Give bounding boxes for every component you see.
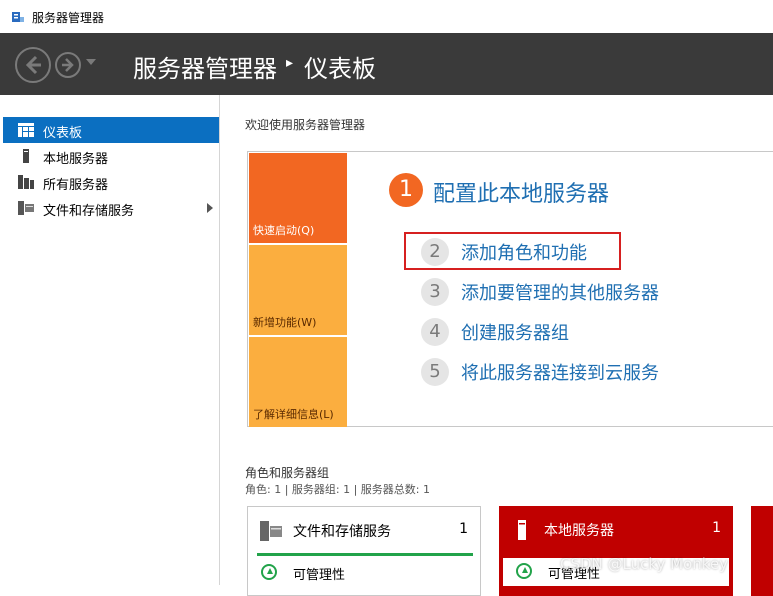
history-dropdown-icon[interactable]: [86, 59, 96, 65]
server-manager-app-icon: [12, 12, 24, 22]
tile-whats-new[interactable]: 新增功能(W): [249, 245, 347, 335]
card-count: 1: [712, 520, 721, 536]
role-card-partial[interactable]: [751, 506, 773, 596]
step-number-badge: 1: [389, 173, 423, 207]
tile-label: 快速启动(Q): [253, 224, 315, 237]
manageability-row[interactable]: 可管理性: [248, 559, 480, 587]
tile-label: 新增功能(W): [253, 316, 317, 329]
step-number-badge: 4: [421, 318, 449, 346]
add-servers-link[interactable]: 添加要管理的其他服务器: [461, 279, 659, 305]
servers-icon: [18, 175, 34, 189]
sidebar-item-label: 本地服务器: [43, 152, 109, 167]
manageability-label: 可管理性: [293, 568, 346, 583]
server-icon: [518, 520, 526, 540]
role-card-local-server[interactable]: 本地服务器 1 可管理性: [499, 506, 733, 596]
chevron-right-icon[interactable]: [207, 203, 213, 213]
main-content: 欢迎使用服务器管理器 快速启动(Q) 新增功能(W) 了解详细信息(L) 1 配…: [220, 95, 773, 596]
file-storage-icon: [260, 521, 282, 541]
create-server-group-link[interactable]: 创建服务器组: [461, 319, 569, 345]
breadcrumb-current: 仪表板: [304, 55, 376, 83]
card-header[interactable]: 文件和存储服务 1: [248, 507, 480, 553]
title-bar: 服务器管理器: [0, 0, 773, 33]
arrow-left-icon: [25, 55, 41, 75]
sidebar-item-label: 所有服务器: [43, 178, 109, 193]
arrow-right-icon: [62, 58, 74, 72]
welcome-panel: 快速启动(Q) 新增功能(W) 了解详细信息(L) 1 配置此本地服务器 2 添…: [247, 151, 773, 427]
server-icon: [23, 149, 29, 163]
sidebar-item-dashboard[interactable]: 仪表板: [3, 117, 219, 143]
highlight-box: [404, 232, 621, 270]
forward-button[interactable]: [55, 52, 81, 78]
tile-quick-start[interactable]: 快速启动(Q): [249, 153, 347, 243]
sidebar-item-file-storage[interactable]: 文件和存储服务: [3, 195, 219, 221]
sidebar-item-all-servers[interactable]: 所有服务器: [3, 169, 219, 195]
configure-local-server-link[interactable]: 配置此本地服务器: [433, 176, 609, 208]
sidebar-item-label: 仪表板: [43, 126, 83, 141]
connect-cloud-link[interactable]: 将此服务器连接到云服务: [461, 359, 659, 385]
card-title: 文件和存储服务: [293, 524, 391, 540]
breadcrumb-root[interactable]: 服务器管理器: [133, 49, 277, 84]
window-title: 服务器管理器: [32, 11, 105, 25]
card-title: 本地服务器: [544, 523, 614, 539]
breadcrumb-separator: ▸: [286, 55, 294, 71]
watermark: CSDN @Lucky Monkey: [560, 555, 729, 573]
status-bar: [257, 553, 473, 556]
card-header[interactable]: 本地服务器 1: [499, 506, 733, 552]
step-number-badge: 3: [421, 278, 449, 306]
welcome-title: 欢迎使用服务器管理器: [245, 118, 366, 132]
dashboard-icon: [18, 123, 34, 137]
role-card-file-storage[interactable]: 文件和存储服务 1 可管理性: [247, 506, 481, 596]
step-number-badge: 5: [421, 358, 449, 386]
file-storage-icon: [18, 201, 34, 215]
roles-counts: 角色: 1 | 服务器组: 1 | 服务器总数: 1: [245, 483, 431, 496]
sidebar-item-local-server[interactable]: 本地服务器: [3, 143, 219, 169]
header-bar: 服务器管理器 ▸ 仪表板: [0, 33, 773, 95]
sidebar: 仪表板 本地服务器 所有服务器 文件和存储服务: [3, 95, 220, 585]
tile-label: 了解详细信息(L): [253, 408, 334, 421]
tile-learn-more[interactable]: 了解详细信息(L): [249, 337, 347, 427]
up-arrow-icon: [261, 564, 277, 580]
card-count: 1: [459, 521, 468, 537]
back-button[interactable]: [15, 47, 51, 83]
roles-section-title: 角色和服务器组: [245, 466, 330, 480]
up-arrow-icon: [516, 563, 532, 579]
sidebar-item-label: 文件和存储服务: [43, 204, 135, 219]
